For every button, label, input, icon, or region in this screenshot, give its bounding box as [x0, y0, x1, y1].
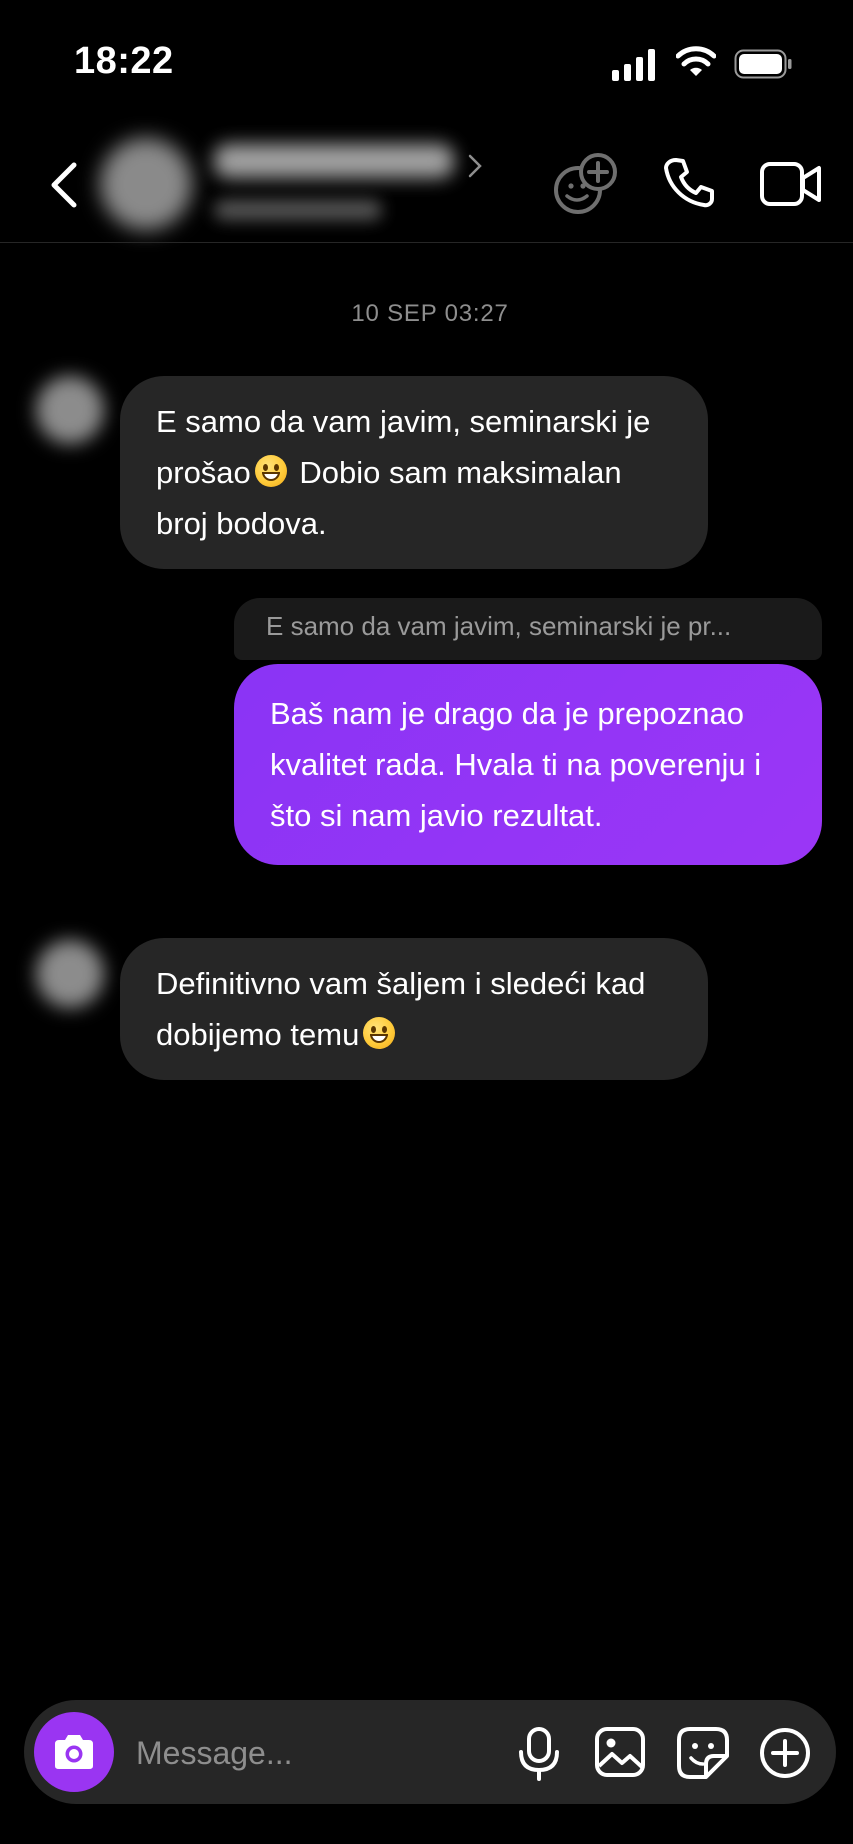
video-icon[interactable] [760, 158, 822, 210]
chevron-right-icon[interactable] [468, 154, 482, 178]
grinning-face-emoji-icon [254, 455, 287, 487]
contact-avatar[interactable] [100, 138, 192, 230]
camera-button[interactable] [34, 1712, 114, 1792]
wifi-icon [676, 46, 716, 76]
message-text: Baš nam je drago da je prepoznao kvalite… [270, 696, 762, 833]
contact-name-blurred[interactable] [214, 144, 454, 178]
message-bubble-incoming[interactable]: Definitivno vam šaljem i sledeći kad dob… [120, 938, 708, 1080]
sender-avatar[interactable] [36, 376, 104, 444]
cellular-signal-icon [612, 49, 655, 81]
date-separator: 10 SEP 03:27 [351, 300, 509, 327]
message-bubble-outgoing[interactable]: Baš nam je drago da je prepoznao kvalite… [234, 664, 822, 865]
phone-icon[interactable] [662, 156, 716, 210]
status-time: 18:22 [74, 40, 174, 82]
camera-icon [55, 1735, 93, 1769]
plus-icon[interactable] [758, 1726, 812, 1780]
message-input[interactable] [134, 1722, 498, 1784]
sender-avatar[interactable] [36, 940, 104, 1008]
gallery-icon[interactable] [594, 1726, 646, 1778]
grinning-face-emoji-icon [363, 1017, 396, 1049]
contact-username-blurred [214, 200, 382, 220]
sticker-icon[interactable] [676, 1726, 730, 1780]
back-chevron-icon[interactable] [44, 160, 84, 210]
message-bubble-incoming[interactable]: E samo da vam javim, seminarski je proša… [120, 376, 708, 569]
effects-icon[interactable] [552, 152, 618, 218]
reply-preview[interactable]: E samo da vam javim, seminarski je pr... [234, 598, 822, 660]
microphone-icon[interactable] [516, 1726, 562, 1782]
header-divider [0, 242, 853, 243]
message-text: Definitivno vam šaljem i sledeći kad dob… [156, 966, 646, 1052]
battery-icon [734, 49, 792, 79]
